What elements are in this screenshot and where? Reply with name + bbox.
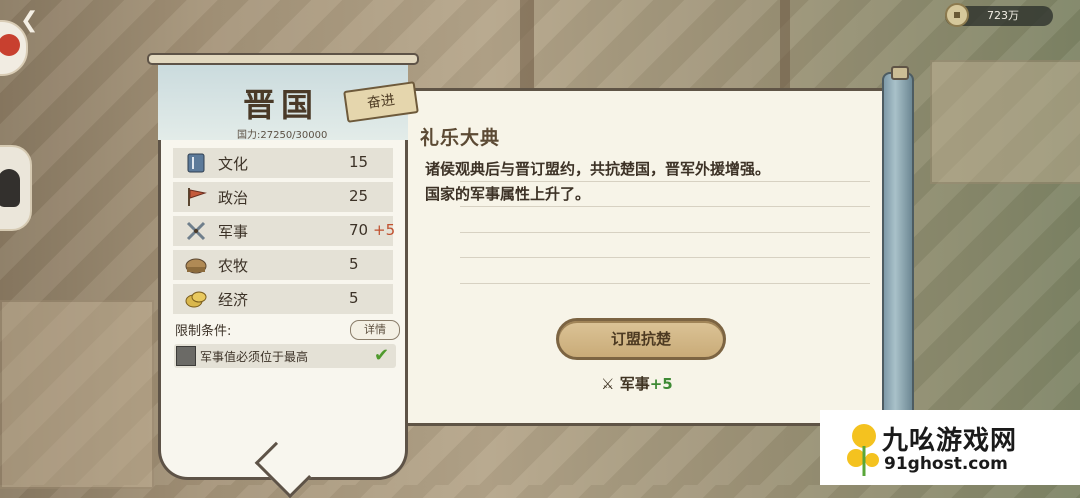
nation-power: 国力:27250/30000 xyxy=(237,130,328,141)
stat-label: 文化 xyxy=(218,155,249,173)
details-button[interactable]: 详情 xyxy=(350,320,400,340)
background-window xyxy=(930,60,1080,184)
ruled-line xyxy=(460,232,870,233)
stat-value: 15 xyxy=(349,153,369,171)
alliance-button[interactable]: 订盟抗楚 xyxy=(556,318,726,360)
coins-icon xyxy=(185,291,207,308)
ruled-line xyxy=(460,206,870,207)
stat-row-agriculture: 农牧 5 xyxy=(173,250,393,280)
currency-display: 723万 xyxy=(945,3,1053,27)
watermark: 九吆游戏网 91ghost.com xyxy=(820,410,1080,485)
reward-display: ⚔ 军事+5 xyxy=(601,373,673,394)
conditions-label: 限制条件: xyxy=(175,324,232,339)
nation-name: 晋国 xyxy=(243,86,320,124)
hay-icon xyxy=(185,258,207,274)
ruled-line xyxy=(460,283,870,284)
stat-value: 5 xyxy=(349,255,359,273)
stat-label: 农牧 xyxy=(218,257,249,275)
event-title: 礼乐大典 xyxy=(420,127,501,149)
stat-label: 经济 xyxy=(218,291,249,309)
back-arrow-icon[interactable]: ❮ xyxy=(20,8,38,33)
avatar-icon xyxy=(0,34,20,56)
condition-item: 军事值必须位于最高 ✔ xyxy=(174,344,396,368)
panel-rod xyxy=(147,53,419,65)
stat-value: 5 xyxy=(349,289,359,307)
coin-icon xyxy=(945,3,969,27)
reward-value: +5 xyxy=(649,375,673,393)
character-icon xyxy=(0,169,20,207)
flag-icon xyxy=(188,188,207,206)
event-description: 诸侯观典后与晋订盟约，共抗楚国，晋军外援增强。 国家的军事属性上升了。 xyxy=(425,157,855,207)
crossed-swords-icon xyxy=(186,221,206,241)
ruled-line xyxy=(460,181,870,182)
book-icon xyxy=(187,153,205,173)
stat-row-military: 军事 70 +5 xyxy=(173,216,396,246)
event-description-line: 诸侯观典后与晋订盟约，共抗楚国，晋军外援增强。 xyxy=(425,160,771,178)
side-character-tab[interactable] xyxy=(0,145,32,231)
stat-row-politics: 政治 25 xyxy=(173,182,393,212)
building-icon xyxy=(176,346,196,366)
stat-row-culture: 文化 15 xyxy=(173,148,393,178)
stat-label: 军事 xyxy=(218,223,249,241)
watermark-url: 91ghost.com xyxy=(884,454,1008,474)
stat-value: 25 xyxy=(349,187,369,205)
event-description-line: 国家的军事属性上升了。 xyxy=(425,185,591,203)
background-floor xyxy=(0,300,154,489)
watermark-logo-icon xyxy=(847,424,879,476)
currency-value: 723万 xyxy=(987,9,1019,22)
stat-value: 70 xyxy=(349,221,369,239)
stat-bonus: +5 xyxy=(373,221,396,239)
watermark-title: 九吆游戏网 xyxy=(882,426,1018,456)
scroll-roller xyxy=(882,66,914,448)
condition-text: 军事值必须位于最高 xyxy=(200,350,309,364)
checkmark-icon: ✔ xyxy=(374,345,390,366)
crossed-swords-icon: ⚔ xyxy=(601,375,615,393)
reward-label: 军事 xyxy=(619,375,650,393)
stat-label: 政治 xyxy=(218,189,249,207)
stat-row-economy: 经济 5 xyxy=(173,284,393,314)
ruled-line xyxy=(460,257,870,258)
